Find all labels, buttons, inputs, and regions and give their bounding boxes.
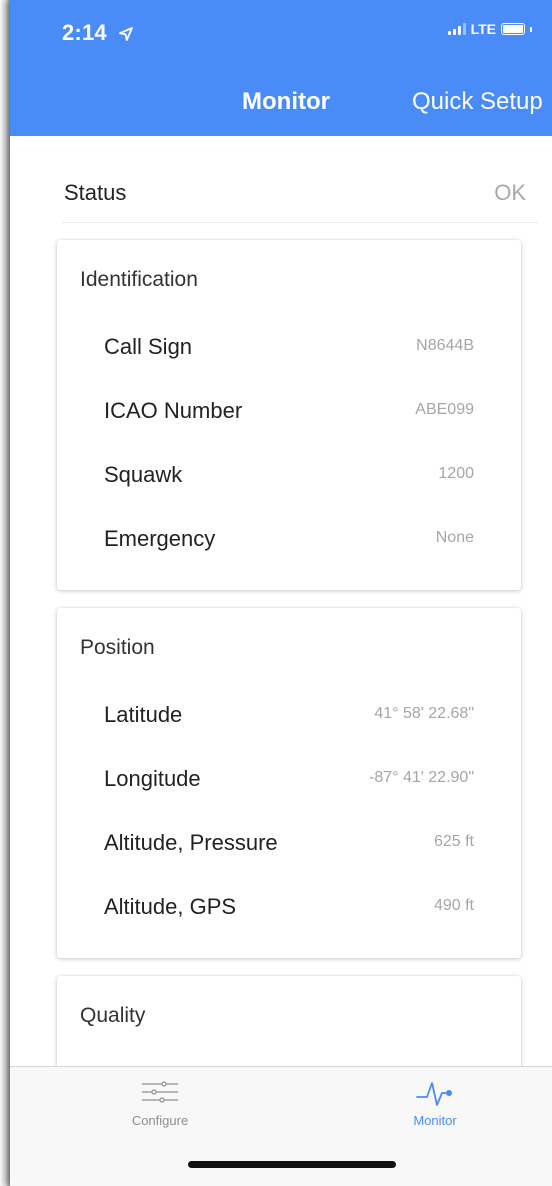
status-label: Status: [64, 180, 127, 205]
altitude-pressure-row: Altitude, Pressure 625 ft: [57, 824, 521, 864]
squawk-value: 1200: [438, 465, 474, 482]
phone-screen: 2:14 LTE Monitor Quick Setup Status OK I…: [10, 0, 552, 1186]
latitude-label: Latitude: [104, 702, 183, 727]
tab-configure-label: Configure: [131, 1113, 189, 1128]
emergency-label: Emergency: [104, 526, 216, 551]
status-row: Status OK: [62, 166, 538, 223]
identification-card: Identification Call Sign N8644B ICAO Num…: [57, 240, 521, 590]
altitude-gps-row: Altitude, GPS 490 ft: [57, 888, 521, 928]
tab-bar: Configure Monitor: [10, 1066, 552, 1186]
position-card: Position Latitude 41° 58' 22.68" Longitu…: [57, 608, 521, 958]
device-edge: [0, 0, 10, 1186]
network-type-label: LTE: [470, 21, 496, 37]
battery-icon: [501, 23, 525, 35]
icao-number-value: ABE099: [415, 401, 474, 418]
squawk-label: Squawk: [104, 462, 183, 487]
home-indicator[interactable]: [188, 1161, 396, 1168]
tab-configure[interactable]: Configure: [90, 1075, 230, 1145]
tab-monitor[interactable]: Monitor: [365, 1075, 505, 1145]
cellular-signal-icon: [447, 23, 466, 35]
call-sign-value: N8644B: [416, 337, 474, 354]
altitude-pressure-label: Altitude, Pressure: [104, 830, 278, 855]
screenshot-frame: 2:14 LTE Monitor Quick Setup Status OK I…: [0, 0, 552, 1186]
page-title: Monitor: [242, 88, 330, 115]
icao-number-row: ICAO Number ABE099: [57, 392, 521, 432]
icao-number-label: ICAO Number: [104, 398, 243, 423]
status-bar-time: 2:14: [62, 20, 134, 46]
position-title: Position: [80, 636, 155, 659]
squawk-row: Squawk 1200: [57, 456, 521, 496]
identification-title: Identification: [80, 268, 198, 291]
altitude-gps-label: Altitude, GPS: [104, 894, 237, 919]
longitude-label: Longitude: [104, 766, 201, 791]
pulse-icon: [416, 1082, 452, 1106]
emergency-value: None: [435, 529, 474, 546]
quick-setup-button[interactable]: Quick Setup: [412, 88, 543, 116]
altitude-gps-value: 490 ft: [433, 897, 474, 914]
time-text: 2:14: [62, 20, 107, 45]
altitude-pressure-value: 625 ft: [433, 833, 474, 850]
longitude-value: -87° 41' 22.90": [369, 769, 474, 786]
emergency-row: Emergency None: [57, 520, 521, 560]
latitude-value: 41° 58' 22.68": [374, 705, 474, 722]
sliders-icon: [142, 1081, 178, 1103]
longitude-row: Longitude -87° 41' 22.90": [57, 760, 521, 800]
app-header: 2:14 LTE Monitor Quick Setup: [10, 0, 552, 136]
location-arrow-icon: [119, 27, 134, 42]
status-bar-right: LTE: [447, 21, 532, 37]
battery-cap: [530, 26, 532, 32]
status-value: OK: [494, 180, 526, 205]
quality-title: Quality: [80, 1004, 146, 1027]
call-sign-row: Call Sign N8644B: [57, 328, 521, 368]
call-sign-label: Call Sign: [104, 334, 193, 359]
latitude-row: Latitude 41° 58' 22.68": [57, 696, 521, 736]
tab-monitor-label: Monitor: [413, 1113, 457, 1128]
